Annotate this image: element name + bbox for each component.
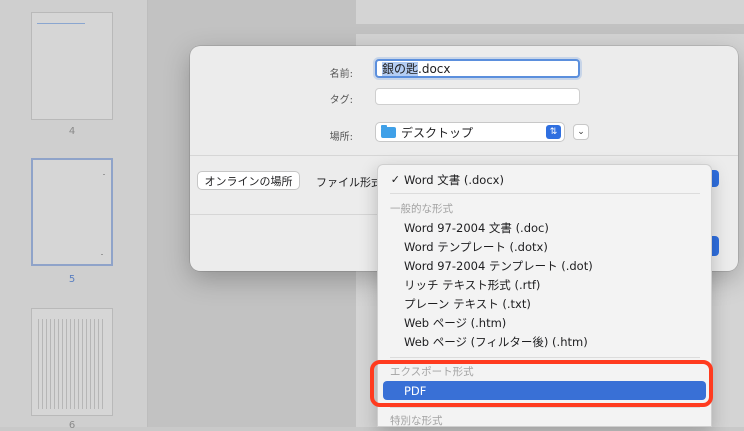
menu-item-txt[interactable]: プレーン テキスト (.txt) <box>378 294 711 313</box>
filename-selected-text: 銀の匙 <box>382 62 419 76</box>
menu-separator <box>390 357 700 358</box>
location-value: デスクトップ <box>401 125 474 140</box>
page-thumbnail-5[interactable] <box>31 158 113 266</box>
menu-item-doc[interactable]: Word 97-2004 文書 (.doc) <box>378 218 711 237</box>
menu-separator <box>390 407 700 408</box>
file-format-label: ファイル形式 <box>316 176 382 189</box>
menu-item-dot[interactable]: Word 97-2004 テンプレート (.dot) <box>378 256 711 275</box>
tags-label: タグ: <box>329 95 353 106</box>
expand-button[interactable]: ⌄ <box>573 124 589 140</box>
filename-input[interactable]: 銀の匙.docx <box>375 59 580 78</box>
checkmark-icon: ✓ <box>390 173 400 186</box>
document-page <box>356 0 744 24</box>
folder-icon <box>381 124 396 138</box>
page-number-label: 5 <box>68 274 76 285</box>
chevron-down-icon: ⌄ <box>577 127 585 137</box>
page-thumbnail-6[interactable] <box>31 308 113 416</box>
menu-separator <box>390 193 700 194</box>
location-select[interactable]: デスクトップ ⇅ <box>375 122 565 142</box>
page-thumbnail-sidebar: 4 5 6 <box>0 0 148 431</box>
name-label: 名前: <box>329 69 353 80</box>
page-thumbnail-4[interactable] <box>31 12 113 120</box>
divider <box>190 155 738 156</box>
menu-item-dotx[interactable]: Word テンプレート (.dotx) <box>378 237 711 256</box>
menu-header-special: 特別な形式 <box>390 415 443 427</box>
menu-item-htm-filtered[interactable]: Web ページ (フィルター後) (.htm) <box>378 332 711 351</box>
filename-extension: .docx <box>418 62 451 76</box>
highlight-callout <box>370 360 713 407</box>
chevron-updown-icon: ⇅ <box>546 125 561 139</box>
divider <box>190 214 377 215</box>
menu-item-docx[interactable]: ✓ Word 文書 (.docx) <box>378 170 711 189</box>
page-number-label: 6 <box>68 420 76 431</box>
menu-item-htm[interactable]: Web ページ (.htm) <box>378 313 711 332</box>
menu-item-rtf[interactable]: リッチ テキスト形式 (.rtf) <box>378 275 711 294</box>
online-locations-button[interactable]: オンラインの場所 <box>197 171 300 190</box>
tags-input[interactable] <box>375 88 580 105</box>
menu-header-common: 一般的な形式 <box>390 203 453 215</box>
location-label: 場所: <box>329 132 353 143</box>
page-number-label: 4 <box>68 126 76 137</box>
